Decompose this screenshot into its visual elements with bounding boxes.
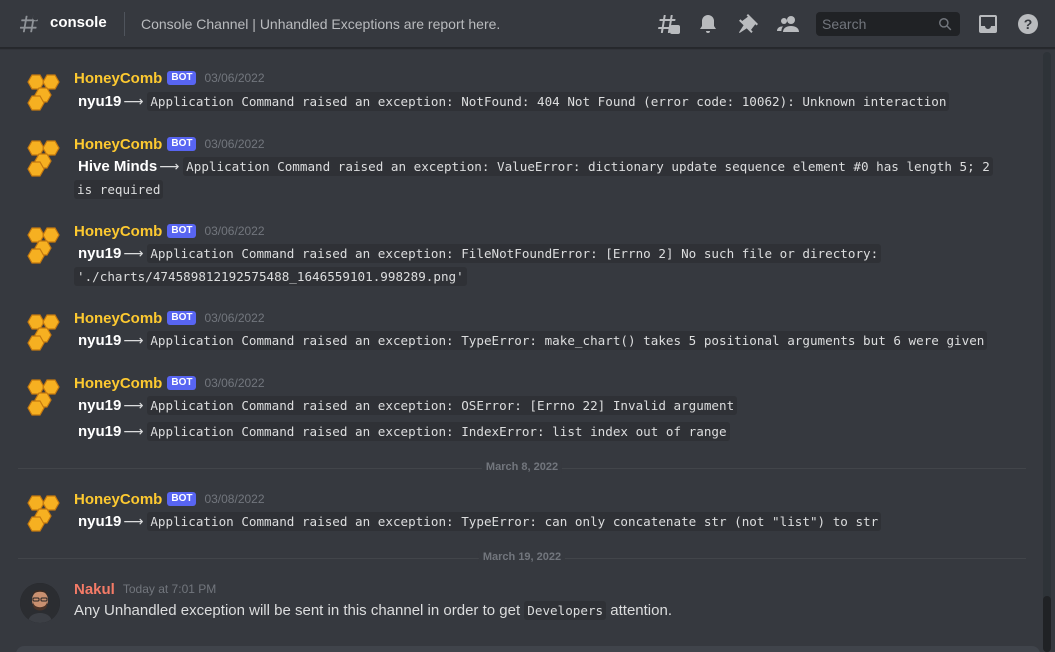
code-inline: Application Command raised an exception:… [74,244,882,286]
code-inline: Application Command raised an exception:… [147,331,988,350]
hash-icon [19,14,39,33]
message-list[interactable]: HoneyComb BOT 03/06/2022 nyu19 ⟶ Applicat… [0,48,1040,652]
timestamp[interactable]: 03/06/2022 [204,311,264,325]
author-name[interactable]: HoneyComb [74,375,162,392]
date-divider-label: March 8, 2022 [481,461,563,473]
message-content: nyu19 ⟶ Application Command raised an exc… [74,510,994,533]
message-text: Any Unhandled exception will be sent in … [74,602,525,619]
message-header: HoneyComb BOT 03/08/2022 [74,489,265,509]
mention-user[interactable]: nyu19 [74,93,123,110]
timestamp[interactable]: 03/08/2022 [204,492,264,506]
timestamp[interactable]: 03/06/2022 [204,71,264,85]
threads-icon[interactable] [656,12,680,36]
message-content: nyu19 ⟶ Application Command raised an exc… [74,90,994,113]
channel-topic[interactable]: Console Channel | Unhandled Exceptions a… [141,16,500,32]
scrollbar-thumb[interactable] [1043,596,1051,652]
bot-tag: BOT [167,311,197,325]
message-content: Any Unhandled exception will be sent in … [74,600,994,622]
code-inline: Application Command raised an exception:… [74,157,993,199]
bot-tag: BOT [167,492,197,506]
mention-user[interactable]: nyu19 [74,423,123,440]
header-divider [124,12,125,36]
message-header: Nakul Today at 7:01 PM [74,579,216,599]
members-icon[interactable] [776,12,800,36]
arrow-glyph: ⟶ [123,423,144,439]
message-content: nyu19 ⟶ Application Command raised an exc… [74,242,994,288]
pin-icon[interactable] [736,12,760,36]
channel-header: console Console Channel | Unhandled Exce… [0,0,1055,48]
mention-user[interactable]: nyu19 [74,397,123,414]
mention-user[interactable]: nyu19 [74,332,123,349]
message-header: HoneyComb BOT 03/06/2022 [74,221,265,241]
search-box[interactable] [816,12,960,36]
scrollbar-track[interactable] [1043,52,1051,652]
message-composer[interactable] [16,646,1040,652]
bot-tag: BOT [167,224,197,238]
bot-tag: BOT [167,137,197,151]
user-avatar[interactable] [20,583,60,623]
arrow-glyph: ⟶ [123,245,144,261]
author-name[interactable]: HoneyComb [74,310,162,327]
honeycomb-avatar[interactable] [20,72,60,112]
bell-icon[interactable] [696,12,720,36]
message-content: Hive Minds ⟶ Application Command raised a… [74,155,994,201]
inbox-icon[interactable] [976,12,1000,36]
mention-user[interactable]: nyu19 [74,245,123,262]
honeycomb-avatar[interactable] [20,312,60,352]
bot-tag: BOT [167,71,197,85]
arrow-glyph: ⟶ [123,397,144,413]
channel-name: console [50,14,107,31]
author-name[interactable]: HoneyComb [74,70,162,87]
message-header: HoneyComb BOT 03/06/2022 [74,134,265,154]
timestamp[interactable]: 03/06/2022 [204,376,264,390]
author-name[interactable]: Nakul [74,581,115,598]
code-inline: Application Command raised an exception:… [147,422,730,441]
timestamp[interactable]: Today at 7:01 PM [123,582,216,596]
message-text: attention. [606,602,672,619]
honeycomb-avatar[interactable] [20,138,60,178]
search-icon[interactable] [938,17,952,31]
message-header: HoneyComb BOT 03/06/2022 [74,68,265,88]
message-content: nyu19 ⟶ Application Command raised an exc… [74,420,994,443]
message-header: HoneyComb BOT 03/06/2022 [74,373,265,393]
date-divider: March 8, 2022 [18,461,1026,473]
honeycomb-avatar[interactable] [20,225,60,265]
message-content: nyu19 ⟶ Application Command raised an exc… [74,329,994,352]
code-inline: Application Command raised an exception:… [147,396,738,415]
code-inline: Application Command raised an exception:… [147,92,950,111]
author-name[interactable]: HoneyComb [74,491,162,508]
message-content: nyu19 ⟶ Application Command raised an exc… [74,394,994,417]
honeycomb-avatar[interactable] [20,493,60,533]
arrow-glyph: ⟶ [123,332,144,348]
svg-text:?: ? [1024,16,1033,32]
message-header: HoneyComb BOT 03/06/2022 [74,308,265,328]
code-inline: Developers [524,601,607,620]
date-divider: March 19, 2022 [18,551,1026,563]
timestamp[interactable]: 03/06/2022 [204,137,264,151]
code-inline: Application Command raised an exception:… [147,512,882,531]
mention-user[interactable]: nyu19 [74,513,123,530]
search-input[interactable] [816,12,934,36]
honeycomb-avatar[interactable] [20,377,60,417]
help-icon[interactable]: ? [1016,12,1040,36]
timestamp[interactable]: 03/06/2022 [204,224,264,238]
author-name[interactable]: HoneyComb [74,136,162,153]
arrow-glyph: ⟶ [123,513,144,529]
bot-tag: BOT [167,376,197,390]
arrow-glyph: ⟶ [159,158,180,174]
author-name[interactable]: HoneyComb [74,223,162,240]
mention-user[interactable]: Hive Minds [74,158,159,175]
date-divider-label: March 19, 2022 [478,551,566,563]
arrow-glyph: ⟶ [123,93,144,109]
